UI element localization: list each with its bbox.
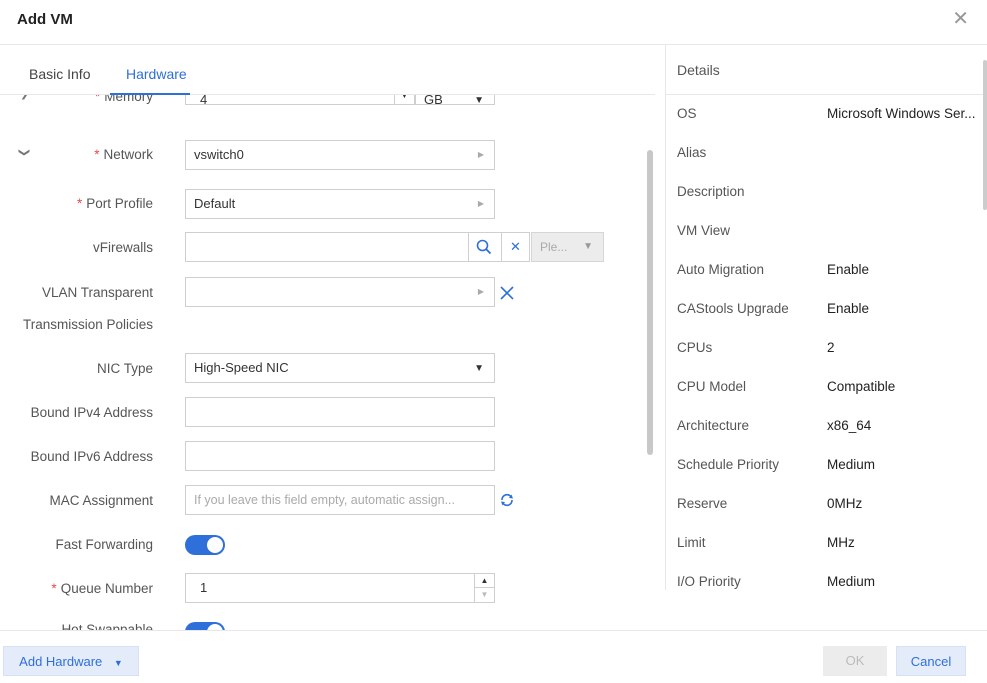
chevron-down-icon: ▼ bbox=[583, 241, 593, 252]
details-divider bbox=[666, 94, 987, 95]
chevron-down-icon[interactable]: ❯ bbox=[18, 148, 31, 157]
tab-bar: Basic Info Hardware bbox=[0, 45, 655, 95]
vlan-label-line1: VLAN Transparent bbox=[41, 285, 153, 300]
stepper-up-icon[interactable]: ▲ bbox=[475, 574, 494, 588]
mac-input[interactable]: If you leave this field empty, automatic… bbox=[185, 485, 495, 515]
nic-type-select[interactable]: High-Speed NIC ▼ bbox=[185, 353, 495, 383]
ipv6-label: Bound IPv6 Address bbox=[30, 449, 153, 464]
vfirewalls-input[interactable] bbox=[185, 232, 469, 262]
stepper-down-icon[interactable]: ▼ bbox=[475, 588, 494, 601]
details-heading: Details bbox=[677, 62, 720, 78]
hot-swappable-label: Hot Swappable bbox=[61, 622, 153, 630]
tab-hardware[interactable]: Hardware bbox=[126, 66, 187, 82]
queue-number-label: Queue Number bbox=[60, 581, 153, 596]
add-hardware-button[interactable]: Add Hardware ▼ bbox=[3, 646, 139, 676]
ipv6-input[interactable] bbox=[185, 441, 495, 471]
memory-label: Memory bbox=[104, 95, 153, 104]
port-profile-label: Port Profile bbox=[86, 196, 153, 211]
memory-input[interactable]: 4 ▼ bbox=[185, 95, 415, 107]
ok-button[interactable]: OK bbox=[823, 646, 887, 676]
network-select[interactable]: vswitch0 ▶ bbox=[185, 140, 495, 170]
refresh-icon[interactable] bbox=[499, 492, 515, 508]
fast-forwarding-toggle[interactable] bbox=[185, 535, 225, 555]
hardware-form: ❯ *Memory 4 ▼ GB ▼ ❯ *Network vswitch0 ▶ bbox=[0, 95, 645, 630]
chevron-right-icon[interactable]: ❯ bbox=[20, 95, 29, 100]
queue-number-input[interactable]: 1 ▲ ▼ bbox=[185, 573, 495, 603]
port-profile-select[interactable]: Default ▶ bbox=[185, 189, 495, 219]
chevron-down-icon: ▼ bbox=[113, 658, 123, 668]
add-vm-dialog: Add VM ✕ Basic Info Hardware ❯ *Memory 4… bbox=[0, 0, 987, 683]
caret-right-icon: ▶ bbox=[477, 150, 484, 159]
vlan-select[interactable]: ▶ bbox=[185, 277, 495, 307]
vfirewalls-clear-icon[interactable]: ✕ bbox=[502, 232, 530, 262]
chevron-down-icon: ▼ bbox=[474, 95, 484, 106]
cancel-button[interactable]: Cancel bbox=[896, 646, 966, 676]
fast-forwarding-label: Fast Forwarding bbox=[55, 537, 153, 552]
ipv4-label: Bound IPv4 Address bbox=[30, 405, 153, 420]
dialog-title: Add VM bbox=[17, 11, 73, 28]
search-icon bbox=[476, 239, 492, 255]
caret-right-icon: ▶ bbox=[477, 287, 484, 296]
chevron-down-icon: ▼ bbox=[474, 363, 484, 374]
hardware-panel: Basic Info Hardware ❯ *Memory 4 ▼ GB ▼ bbox=[0, 45, 655, 630]
memory-stepper-down[interactable]: ▼ bbox=[394, 95, 414, 104]
queue-number-stepper: ▲ ▼ bbox=[474, 574, 494, 602]
vfirewalls-type-select[interactable]: Ple... ▼ bbox=[531, 232, 604, 262]
vfirewalls-label: vFirewalls bbox=[92, 240, 153, 255]
dialog-footer: Add Hardware ▼ OK Cancel bbox=[0, 630, 987, 683]
memory-unit-select[interactable]: GB ▼ bbox=[415, 95, 495, 107]
network-label: Network bbox=[103, 147, 153, 162]
clear-icon[interactable] bbox=[499, 285, 515, 301]
vfirewalls-search-button[interactable] bbox=[468, 232, 502, 262]
hot-swappable-toggle[interactable] bbox=[185, 622, 225, 630]
vlan-label-line2: Transmission Policies bbox=[22, 317, 153, 332]
details-panel: Details OS Microsoft Windows Ser... Alias… bbox=[665, 45, 987, 590]
nic-type-label: NIC Type bbox=[96, 361, 153, 376]
form-scrollbar[interactable] bbox=[647, 150, 653, 455]
details-scrollbar[interactable] bbox=[983, 60, 987, 210]
caret-right-icon: ▶ bbox=[477, 199, 484, 208]
ipv4-input[interactable] bbox=[185, 397, 495, 427]
mac-label: MAC Assignment bbox=[49, 493, 153, 508]
dialog-header: Add VM ✕ bbox=[0, 0, 987, 45]
close-icon[interactable]: ✕ bbox=[952, 9, 969, 29]
tab-basic-info[interactable]: Basic Info bbox=[29, 66, 90, 82]
